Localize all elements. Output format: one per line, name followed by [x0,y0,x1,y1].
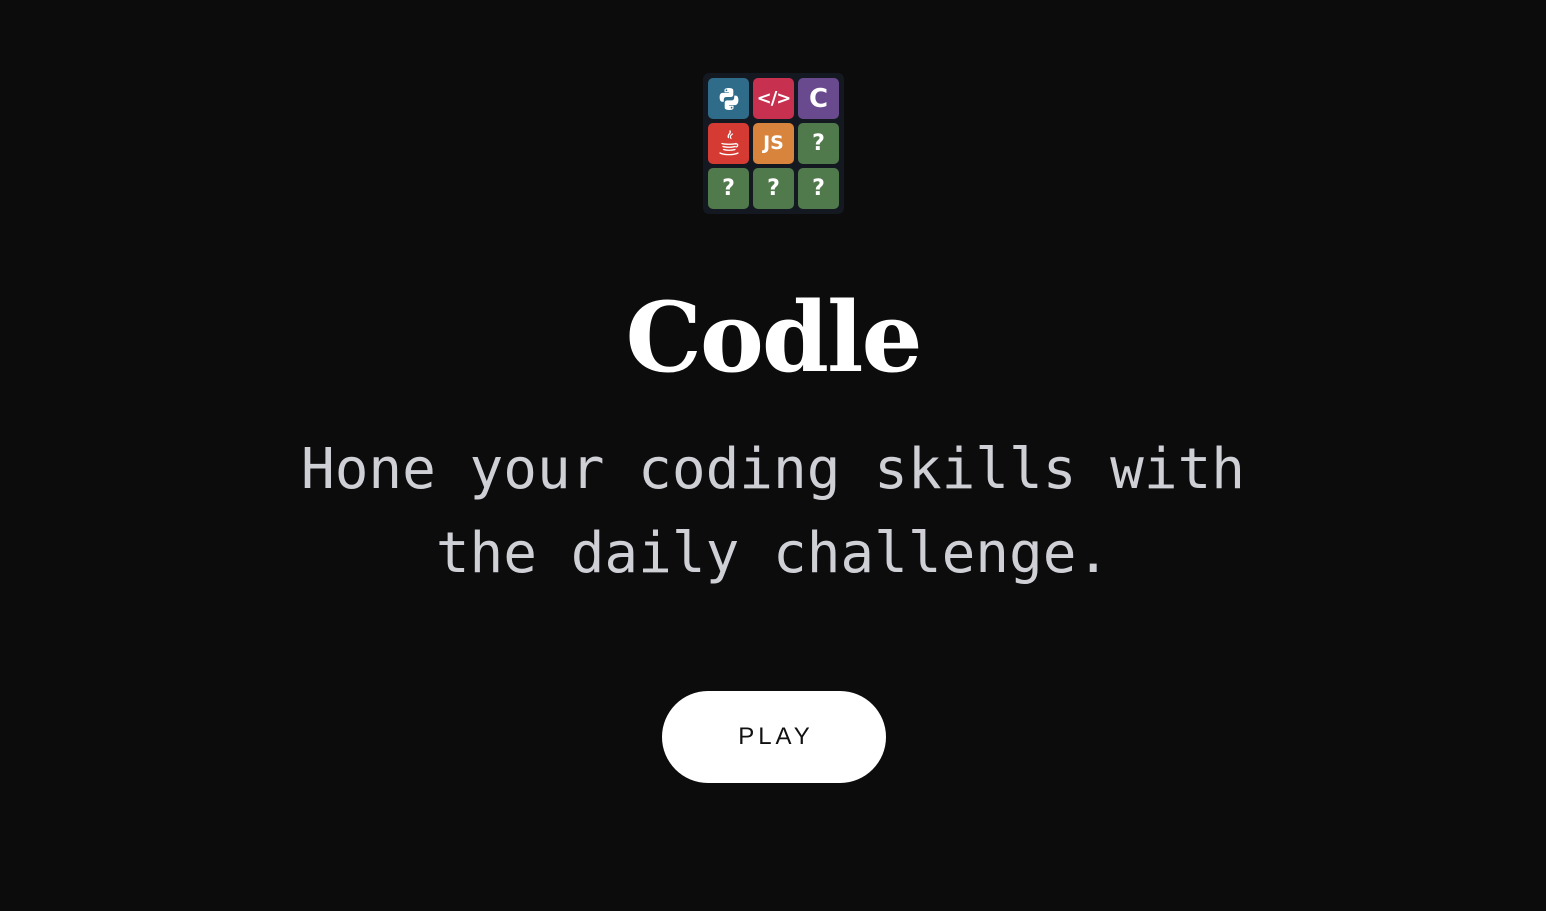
c-language-icon: C [808,83,829,114]
page-title: Codle [625,281,922,394]
logo-tile-unknown: ? [798,123,839,164]
code-brackets-icon: </> [756,87,792,109]
logo-tile-unknown: ? [798,168,839,209]
question-mark-icon: ? [812,175,825,201]
question-mark-icon: ? [812,130,825,156]
javascript-icon: JS [763,132,784,154]
logo-tile-c: C [798,78,839,119]
logo-tile-unknown: ? [753,168,794,209]
question-mark-icon: ? [767,175,780,201]
logo-tile-html: </> [753,78,794,119]
python-icon [716,86,742,112]
play-button[interactable]: PLAY [662,691,886,783]
logo-tile-javascript: JS [753,123,794,164]
logo-tile-unknown: ? [708,168,749,209]
java-icon [716,129,742,159]
codle-logo: </> C JS ? ? ? ? [703,73,844,214]
logo-tile-python [708,78,749,119]
question-mark-icon: ? [722,175,735,201]
landing-page: </> C JS ? ? ? ? Codle Hone your coding … [0,0,1546,911]
tagline: Hone your coding skills with the daily c… [300,437,1245,586]
logo-tile-java [708,123,749,164]
